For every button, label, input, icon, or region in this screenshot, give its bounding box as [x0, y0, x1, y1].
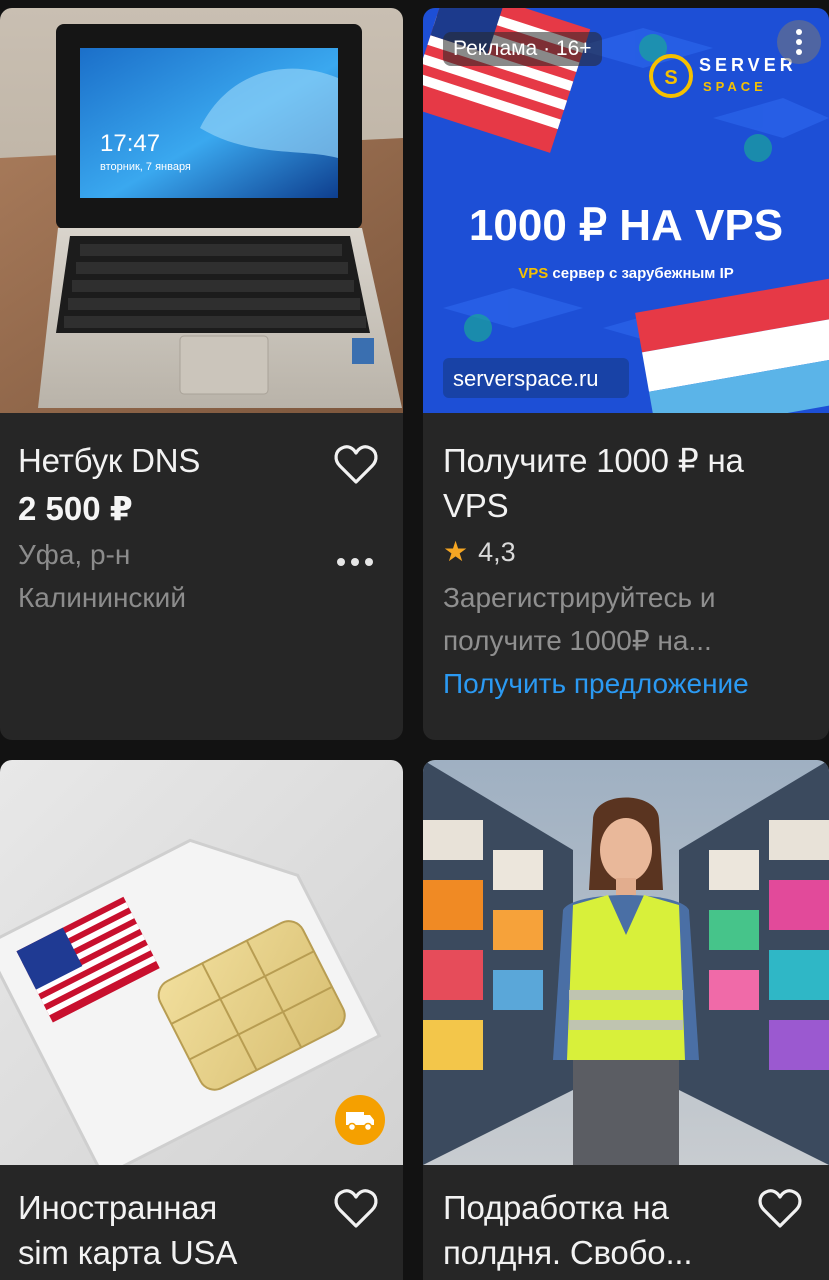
listing-location: Уфа, р-н: [18, 539, 131, 570]
ad-cta-link[interactable]: Получить предложение: [443, 662, 815, 705]
ad-brand-sub: SPACE: [703, 79, 767, 94]
listing-title[interactable]: Нетбук DNS: [18, 438, 385, 483]
ad-rating: ★ 4,3: [443, 530, 815, 574]
ad-description-line2: получите 1000₽ на...: [443, 625, 712, 656]
svg-text:S: S: [664, 67, 677, 89]
favorite-heart-icon[interactable]: [332, 442, 380, 486]
favorite-heart-icon[interactable]: [756, 1186, 804, 1230]
screen-date: вторник, 7 января: [100, 161, 191, 173]
listing-title-line2[interactable]: sim карта USA: [18, 1230, 385, 1275]
listing-info: Иностранная sim карта USA: [18, 1185, 385, 1275]
listing-photo[interactable]: 17:47 вторник, 7 января: [0, 8, 403, 413]
listing-photo[interactable]: [423, 760, 829, 1165]
ad-label-badge: Реклама · 16+: [443, 32, 602, 66]
ad-title-line2[interactable]: VPS: [443, 483, 815, 528]
listing-card-job[interactable]: Подработка на полдня. Свобо...: [423, 760, 829, 1280]
ad-menu-icon[interactable]: [777, 20, 821, 64]
ad-subheadline: VPS сервер с зарубежным IP: [518, 265, 734, 282]
warehouse-worker-photo: [423, 760, 829, 1165]
listing-title[interactable]: Иностранная: [18, 1185, 385, 1230]
delivery-truck-icon: [335, 1095, 385, 1145]
listing-location-district: Калининский: [18, 582, 186, 613]
ad-banner-graphic: S SERVER SPACE 1000 ₽ НА VPS VPS сервер …: [423, 8, 829, 413]
listing-price: 2 500 ₽: [18, 490, 133, 527]
listing-card-netbook[interactable]: 17:47 вторник, 7 января Нетбук DNS 2 500…: [0, 8, 403, 740]
favorite-heart-icon[interactable]: [332, 1186, 380, 1230]
listing-info: Нетбук DNS 2 500 ₽ Уфа, р-н Калининский: [18, 438, 385, 619]
ad-description: Зарегистрируйтесь и: [443, 582, 716, 613]
screen-time: 17:47: [100, 130, 160, 157]
ad-rating-value: 4,3: [478, 537, 516, 567]
laptop-photo: 17:47 вторник, 7 января: [0, 8, 403, 413]
ad-domain: serverspace.ru: [453, 366, 599, 391]
listing-title-line2[interactable]: полдня. Свобо...: [443, 1230, 811, 1275]
ad-title[interactable]: Получите 1000 ₽ на: [443, 438, 815, 483]
ad-banner[interactable]: S SERVER SPACE 1000 ₽ НА VPS VPS сервер …: [423, 8, 829, 413]
listing-photo[interactable]: [0, 760, 403, 1165]
ad-headline: 1000 ₽ НА VPS: [469, 201, 783, 250]
star-icon: ★: [443, 536, 469, 567]
ad-info: Получите 1000 ₽ на VPS ★ 4,3 Зарегистрир…: [443, 438, 815, 705]
listing-card-sim[interactable]: Иностранная sim карта USA: [0, 760, 403, 1280]
ad-brand: SERVER: [699, 55, 797, 75]
ad-card-serverspace[interactable]: S SERVER SPACE 1000 ₽ НА VPS VPS сервер …: [423, 8, 829, 740]
more-options-icon[interactable]: [337, 553, 381, 567]
